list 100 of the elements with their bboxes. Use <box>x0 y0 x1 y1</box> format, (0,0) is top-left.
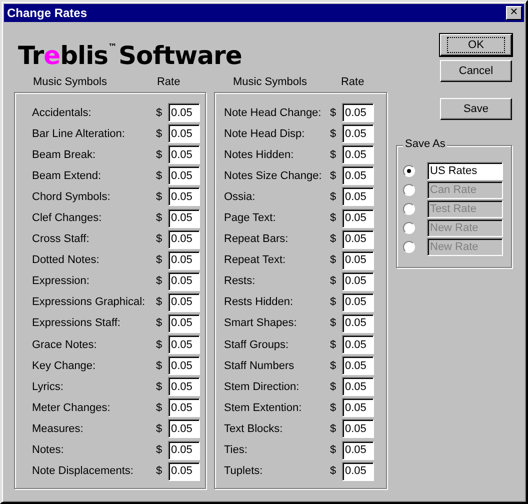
rate-field[interactable]: 0.05 <box>342 419 374 438</box>
rate-label: Meter Changes: <box>31 402 112 414</box>
rate-field[interactable]: 0.05 <box>168 462 200 481</box>
rate-label: Staff Numbers <box>223 360 296 372</box>
save-button[interactable]: Save <box>440 98 512 120</box>
currency-sign: $ <box>156 465 164 478</box>
logo-letters: e <box>44 41 60 70</box>
group-title: Save As <box>403 138 448 150</box>
close-button[interactable]: ✕ <box>506 6 522 20</box>
rate-field[interactable]: 0.05 <box>342 250 374 270</box>
rate-field[interactable]: 0.05 <box>168 250 200 270</box>
rate-label: Repeat Bars: <box>223 233 290 246</box>
currency-sign: $ <box>330 422 338 435</box>
currency-sign: $ <box>156 380 164 393</box>
rate-field[interactable]: 0.05 <box>168 230 200 249</box>
rate-label: Ossia: <box>223 190 256 203</box>
rate-field[interactable]: 0.05 <box>168 124 200 144</box>
currency-sign: $ <box>330 338 338 351</box>
rate-label: Clef Changes: <box>31 212 103 224</box>
window-title: Change Rates <box>7 6 88 20</box>
currency-sign: $ <box>156 338 164 351</box>
rate-label: Repeat Text: <box>223 254 287 266</box>
rate-field[interactable]: 0.05 <box>342 440 374 460</box>
rate-label: Expressions Staff: <box>31 317 122 330</box>
currency-sign: $ <box>330 170 338 182</box>
rate-field[interactable]: 0.05 <box>342 230 374 249</box>
rate-field[interactable]: 0.05 <box>342 124 374 144</box>
rate-field[interactable]: 0.05 <box>342 377 374 396</box>
logo-letters: Tr <box>18 41 44 70</box>
currency-sign: $ <box>156 422 164 435</box>
currency-sign: $ <box>156 360 164 372</box>
rate-field[interactable]: 0.05 <box>342 314 374 333</box>
currency-sign: $ <box>330 317 338 330</box>
rate-field[interactable]: 0.05 <box>342 398 374 418</box>
rate-field[interactable]: 0.05 <box>342 335 374 354</box>
rate-label: Note Displacements: <box>31 465 134 478</box>
currency-sign: $ <box>330 190 338 203</box>
rate-field[interactable]: 0.05 <box>168 103 200 122</box>
currency-sign: $ <box>156 106 164 119</box>
currency-sign: $ <box>156 317 164 330</box>
rate-field[interactable]: 0.05 <box>342 208 374 228</box>
rate-label: Accidentals: <box>31 106 92 119</box>
currency-sign: $ <box>330 106 338 119</box>
rate-label: Beam Extend: <box>31 170 102 182</box>
rate-field[interactable]: 0.05 <box>168 419 200 438</box>
rate-field[interactable]: 0.05 <box>168 208 200 228</box>
rate-field[interactable]: 0.05 <box>168 314 200 333</box>
cancel-button[interactable]: Cancel <box>440 60 512 82</box>
rate-label: Cross Staff: <box>31 233 90 246</box>
currency-sign: $ <box>156 128 164 140</box>
rate-field[interactable]: 0.05 <box>342 356 374 376</box>
currency-sign: $ <box>156 233 164 246</box>
rate-field[interactable]: 0.05 <box>168 187 200 206</box>
currency-sign: $ <box>330 275 338 288</box>
rate-label: Smart Shapes: <box>223 317 298 330</box>
rate-label: Note Head Disp: <box>223 128 306 140</box>
rate-field[interactable]: 0.05 <box>168 377 200 396</box>
rate-label: Key Change: <box>31 360 97 372</box>
column-header: Rate <box>156 76 180 90</box>
name-field[interactable]: US Rates <box>427 162 503 180</box>
currency-sign: $ <box>156 402 164 414</box>
column-header: Music Symbols <box>233 76 307 90</box>
rate-label: Note Head Change: <box>223 106 322 119</box>
rate-label: Grace Notes: <box>31 338 98 351</box>
rate-field[interactable]: 0.05 <box>342 272 374 291</box>
currency-sign: $ <box>330 465 338 478</box>
rate-field[interactable]: 0.05 <box>168 440 200 460</box>
rate-field[interactable]: 0.05 <box>342 103 374 122</box>
column-header: Rate <box>340 76 364 90</box>
rate-field[interactable]: 0.05 <box>342 166 374 186</box>
currency-sign: $ <box>330 444 338 456</box>
rate-field[interactable]: 0.05 <box>342 292 374 312</box>
rate-field[interactable]: 0.05 <box>168 145 200 164</box>
rate-label: Tuplets: <box>223 465 264 478</box>
rate-field[interactable]: 0.05 <box>342 187 374 206</box>
logo-letters: blis <box>60 41 108 70</box>
rate-label: Lyrics: <box>31 380 64 393</box>
rate-label: Expressions Graphical: <box>31 296 146 308</box>
radio-button[interactable] <box>403 164 415 176</box>
column-header: Music Symbols <box>33 76 107 90</box>
currency-sign: $ <box>156 275 164 288</box>
rate-label: Text Blocks: <box>223 422 284 435</box>
rate-field[interactable]: 0.05 <box>168 356 200 376</box>
rate-label: Rests Hidden: <box>223 296 294 308</box>
rate-field[interactable]: 0.05 <box>168 292 200 312</box>
rate-label: Page Text: <box>223 212 277 224</box>
rate-field[interactable]: 0.05 <box>342 462 374 481</box>
currency-sign: $ <box>156 190 164 203</box>
currency-sign: $ <box>156 444 164 456</box>
rate-field[interactable]: 0.05 <box>168 272 200 291</box>
ok-button[interactable]: OK <box>440 34 512 56</box>
rate-field[interactable]: 0.05 <box>168 335 200 354</box>
rate-label: Dotted Notes: <box>31 254 100 266</box>
currency-sign: $ <box>156 170 164 182</box>
rate-label: Notes Size Change: <box>223 170 323 182</box>
rate-field[interactable]: 0.05 <box>168 166 200 186</box>
rate-field[interactable]: 0.05 <box>168 398 200 418</box>
rate-field[interactable]: 0.05 <box>342 145 374 164</box>
rate-label: Ties: <box>223 444 248 456</box>
rate-label: Measures: <box>31 422 84 435</box>
